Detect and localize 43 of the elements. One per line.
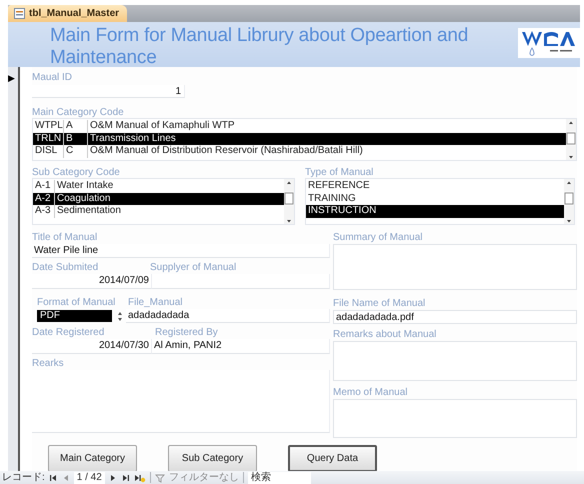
form-title: Main Form for Manual Librury about Opeartion and Maintenance <box>49 24 470 69</box>
text-field[interactable]: adadadadada.pdf <box>333 310 577 324</box>
field-label: Format of Manual <box>37 297 116 309</box>
number-field[interactable]: 1 <box>32 85 185 98</box>
command-button[interactable]: Main Category <box>48 445 137 472</box>
text-field[interactable]: Water Pile line <box>32 244 330 258</box>
list-row[interactable]: DISL C O&M Manual of Distribution Reservoir (Nashirabad/Batali Hill) <box>33 145 566 158</box>
text-field[interactable]: adadadadada <box>126 309 330 323</box>
field-label: Date Submited <box>32 262 100 274</box>
field-label: Date Registered <box>32 327 106 339</box>
field-label: Rearks <box>32 358 65 370</box>
record-label: レコード: <box>2 472 45 484</box>
list-row[interactable]: INSTRUCTION <box>306 205 564 218</box>
search-field[interactable]: 検索 <box>248 472 311 484</box>
field-label: Title of Manual <box>32 232 98 244</box>
list-box[interactable]: WTPL A O&M Manual of Kamaphuli WTP TRLN B Transmission Lines DISL C O&M Manual of Distribution Reservoir (Nashirabad/Batali Hill) <box>32 118 577 161</box>
field-label: Sub Category Code <box>32 167 121 178</box>
field-label: Remarks about Manual <box>333 329 438 341</box>
document-tab[interactable]: tbl_Manual_Master <box>8 5 128 22</box>
format-dropdown[interactable]: PDF <box>37 310 112 322</box>
record-marker: ▶ <box>8 73 16 83</box>
field-label: Memo of Manual <box>333 387 408 399</box>
field-label: File_Manual <box>128 297 182 309</box>
list-box[interactable]: A-1 Water Intake A-2 Coagulation A-3 Sedimentation <box>32 178 295 225</box>
list-row[interactable]: TRLN B Transmission Lines <box>33 132 566 145</box>
field-label: Registered By <box>155 327 218 339</box>
list-row[interactable]: TRAINING <box>306 192 564 205</box>
field-label: Main Category Code <box>32 107 125 118</box>
command-button[interactable]: Sub Category <box>168 445 257 472</box>
date-field[interactable]: 2014/07/09 <box>32 274 152 289</box>
text-field[interactable]: Al Amin, PANI2 <box>152 339 330 354</box>
record-position-field[interactable]: 1 / 42 <box>74 472 105 484</box>
list-row[interactable]: REFERENCE <box>306 180 564 192</box>
list-row[interactable]: A-3 Sedimentation <box>33 205 284 218</box>
field-label: Type of Manual <box>305 167 374 178</box>
list-box[interactable]: REFERENCE TRAINING INSTRUCTION <box>305 178 575 225</box>
field-label: Summary of Manual <box>333 232 424 244</box>
date-field[interactable]: 2014/07/30 <box>32 339 152 354</box>
field-label: Maual ID <box>32 72 74 83</box>
command-button[interactable]: Query Data <box>288 445 377 472</box>
field-label: File Name of Manual <box>333 298 426 310</box>
field-label: Supplyer of Manual <box>150 262 236 274</box>
list-row[interactable]: A-2 Coagulation <box>33 192 284 205</box>
